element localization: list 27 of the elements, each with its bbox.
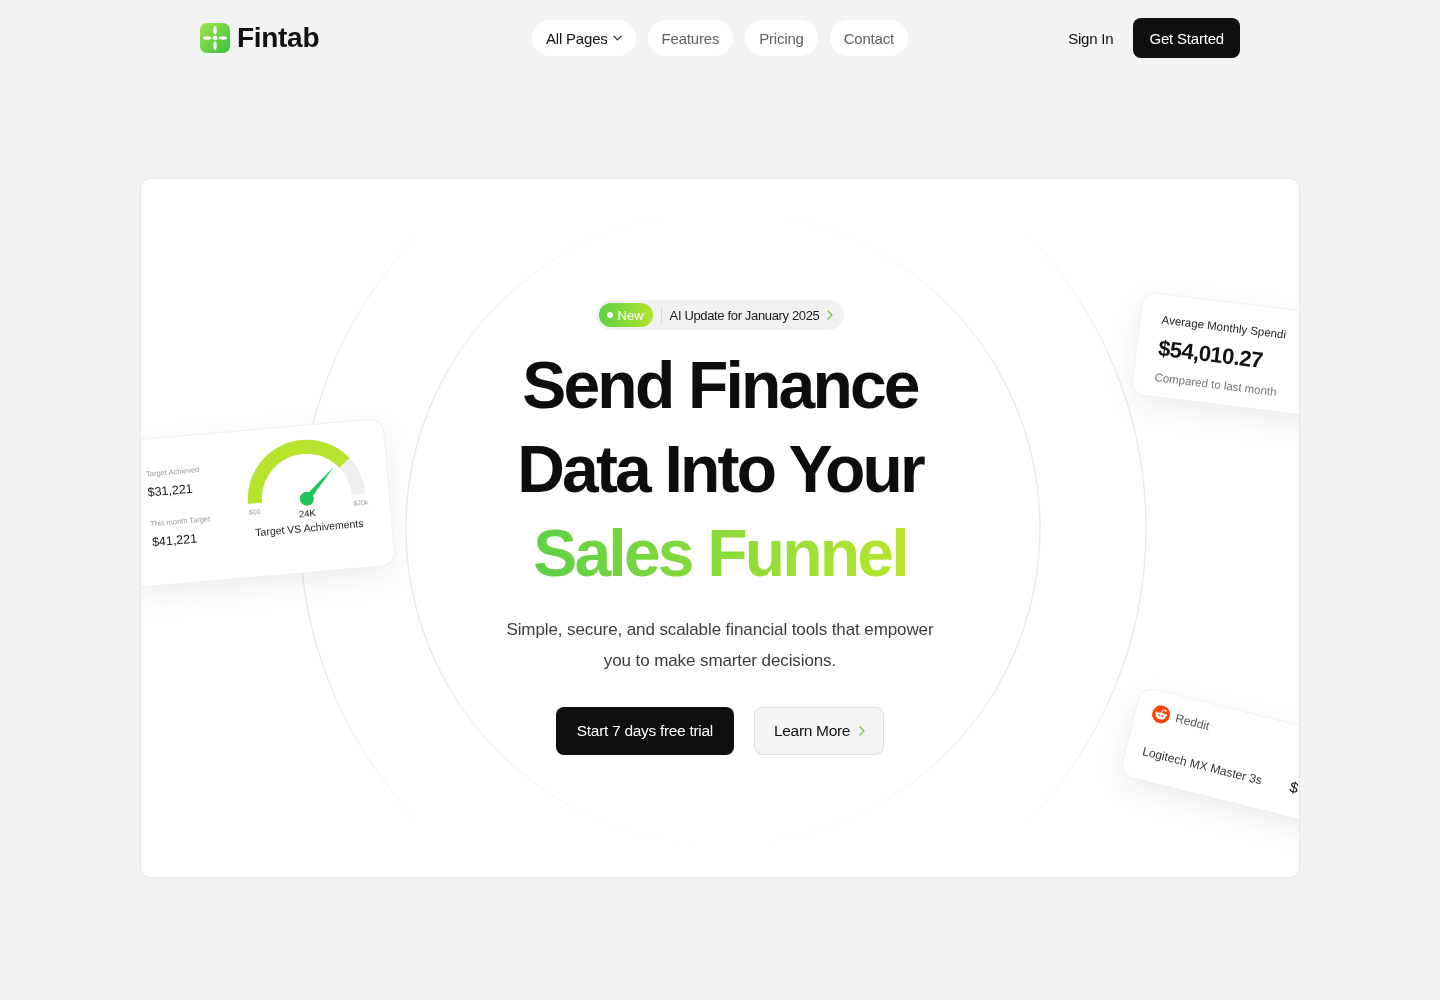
card-title: Average Monthly Spendi [1161,312,1287,341]
nav-link[interactable]: Features [647,20,734,56]
hero-headline: Send Finance Data Into Your Sales Funnel [517,343,923,595]
new-tag: New [598,303,653,327]
nav-link[interactable]: Pricing [745,20,818,56]
badge-text: AI Update for January 2025 [669,307,820,323]
get-started-button[interactable]: Get Started [1133,18,1240,58]
source-name: Reddit [1173,710,1212,734]
price-text: $ [1287,778,1299,798]
product-name: Logitech MX Master 3s [1140,743,1264,789]
card-note: Compared to last month [1153,370,1278,399]
dot-icon [606,312,613,318]
start-trial-button[interactable]: Start 7 days free trial [555,707,734,755]
gauge-reading: 24K [298,506,317,520]
announcement-badge[interactable]: New AI Update for January 2025 [595,300,845,330]
stat-value: $31,221 [146,480,194,501]
alien-face-icon [1150,703,1172,726]
stat-value: $41,221 [151,530,198,551]
hero-subtitle: Simple, secure, and scalable financial tools that empower you to make smarter decisions. [505,619,935,672]
nav-link[interactable]: All Pages [532,20,636,56]
logo-icon[interactable] [200,23,230,53]
chevron-right-icon [859,726,866,736]
brand-name[interactable]: Fintab [237,22,320,54]
sign-in-link[interactable]: Sign In [1068,29,1114,47]
chevron-right-icon [827,310,834,320]
learn-more-button[interactable]: Learn More [753,707,885,755]
nav-link[interactable]: Contact [829,20,908,56]
